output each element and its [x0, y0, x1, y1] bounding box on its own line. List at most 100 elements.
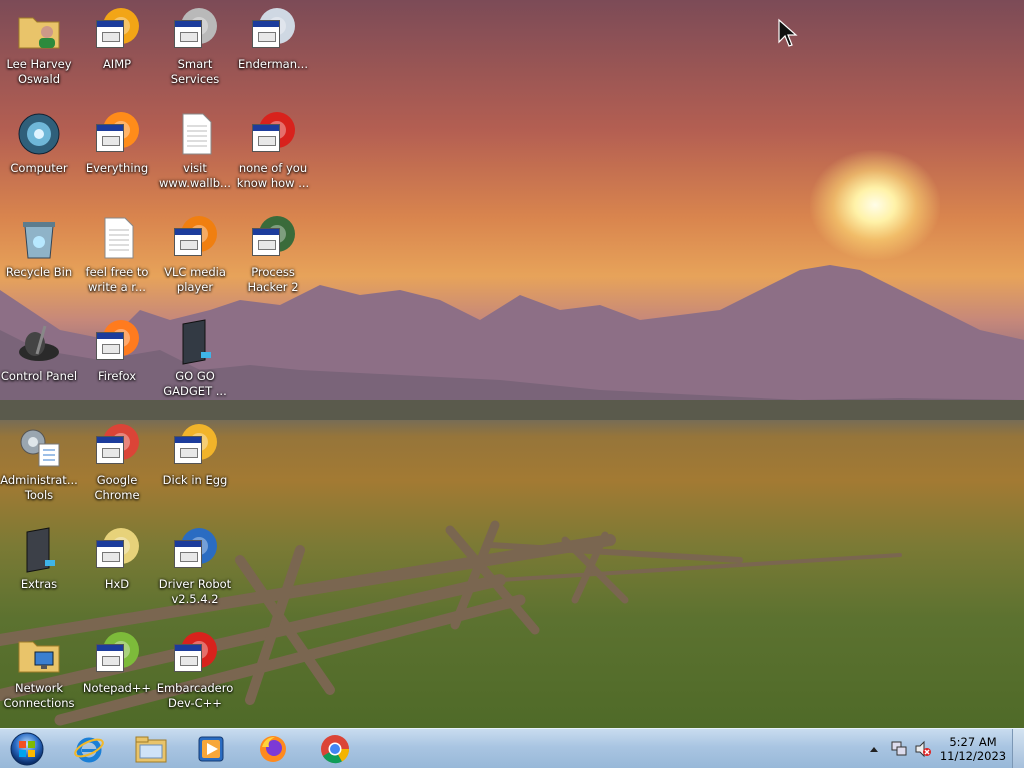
- application-shortcut-badge-icon: [174, 540, 202, 568]
- application-shortcut-badge-icon: [174, 436, 202, 464]
- desktop-icon-google-chrome[interactable]: Google Chrome: [78, 416, 156, 514]
- show-hidden-icons-arrow[interactable]: [868, 742, 880, 756]
- internet-explorer-icon: [74, 737, 104, 763]
- application-shortcut-badge-icon: [174, 228, 202, 256]
- extras-icon: [15, 526, 63, 574]
- desktop-icon-label: AIMP: [102, 57, 132, 71]
- desktop-icon-enderman[interactable]: Enderman...: [234, 0, 312, 98]
- notepadpp-icon: [93, 630, 141, 678]
- folder-user-icon: [15, 6, 63, 54]
- everything-icon: [93, 110, 141, 158]
- desktop-icon-process-hacker[interactable]: Process Hacker 2: [234, 208, 312, 306]
- admin-tools-icon: [15, 422, 63, 470]
- application-shortcut-badge-icon: [96, 540, 124, 568]
- desktop-icon-label: Google Chrome: [94, 473, 140, 502]
- desktop[interactable]: Lee Harvey Oswald AIMP Smart Services Ender…: [0, 0, 1024, 728]
- network-icon: [15, 630, 63, 678]
- desktop-icon-label: Embarcadero Dev-C++: [156, 681, 234, 710]
- application-shortcut-badge-icon: [252, 124, 280, 152]
- application-shortcut-badge-icon: [96, 20, 124, 48]
- vlc-icon: [171, 214, 219, 262]
- desktop-icon-aimp[interactable]: AIMP: [78, 0, 156, 98]
- chrome-icon: [321, 735, 350, 764]
- desktop-icon-label: Notepad++: [82, 681, 152, 695]
- gadget-icon: [171, 318, 219, 366]
- application-shortcut-badge-icon: [96, 124, 124, 152]
- taskbar-media-player[interactable]: [182, 731, 240, 767]
- desktop-icon-gogo-gadget[interactable]: GO GO GADGET ...: [156, 312, 234, 410]
- process-hacker-icon: [249, 214, 297, 262]
- desktop-icon-label: Computer: [10, 161, 68, 175]
- taskbar-file-explorer[interactable]: [122, 731, 180, 767]
- desktop-icon-recycle-bin[interactable]: Recycle Bin: [0, 208, 78, 306]
- computer-icon: [15, 110, 63, 158]
- clock-time: 5:27 AM: [949, 735, 997, 749]
- desktop-icon-label: Dick in Egg: [162, 473, 228, 487]
- red-app-icon: [249, 110, 297, 158]
- desktop-icon-lee-harvey-oswald[interactable]: Lee Harvey Oswald: [0, 0, 78, 98]
- egg-app-icon: [171, 422, 219, 470]
- desktop-icon-label: GO GO GADGET ...: [163, 369, 227, 398]
- start-button[interactable]: [2, 731, 52, 767]
- desktop-icon-network-connections[interactable]: Network Connections: [0, 624, 78, 722]
- desktop-icon-label: none of you know how ...: [236, 161, 310, 190]
- application-shortcut-badge-icon: [252, 228, 280, 256]
- clock-date: 11/12/2023: [939, 749, 1007, 763]
- desktop-icon-visit-wallb[interactable]: visit www.wallb...: [156, 104, 234, 202]
- desktop-icon-dick-in-egg[interactable]: Dick in Egg: [156, 416, 234, 514]
- application-shortcut-badge-icon: [252, 20, 280, 48]
- desktop-icon-label: visit www.wallb...: [159, 161, 231, 190]
- media-player-icon: [198, 736, 224, 762]
- desktop-icon-label: Extras: [20, 577, 58, 591]
- recycle-bin-icon: [15, 214, 63, 262]
- firefox-icon: [93, 318, 141, 366]
- desktop-icon-vlc[interactable]: VLC media player: [156, 208, 234, 306]
- desktop-icon-label: feel free to write a r...: [85, 265, 149, 294]
- desktop-icon-label: VLC media player: [164, 265, 226, 294]
- desktop-icon-label: HxD: [104, 577, 130, 591]
- desktop-icon-none-of-you[interactable]: none of you know how ...: [234, 104, 312, 202]
- desktop-icon-notepadpp[interactable]: Notepad++: [78, 624, 156, 722]
- desktop-icon-feel-free[interactable]: feel free to write a r...: [78, 208, 156, 306]
- desktop-icon-extras[interactable]: Extras: [0, 520, 78, 618]
- driver-robot-icon: [171, 526, 219, 574]
- application-shortcut-badge-icon: [96, 436, 124, 464]
- desktop-icon-computer[interactable]: Computer: [0, 104, 78, 202]
- smart-services-icon: [171, 6, 219, 54]
- sun: [810, 150, 940, 260]
- desktop-icon-embarcadero[interactable]: Embarcadero Dev-C++: [156, 624, 234, 722]
- desktop-icon-label: Recycle Bin: [5, 265, 73, 279]
- desktop-icon-label: Network Connections: [3, 681, 75, 710]
- control-panel-icon: [15, 318, 63, 366]
- chrome-icon: [93, 422, 141, 470]
- desktop-icon-label: Process Hacker 2: [247, 265, 299, 294]
- desktop-icon-label: Driver Robot v2.5.4.2: [158, 577, 232, 606]
- taskbar-chrome[interactable]: [306, 731, 364, 767]
- file-explorer-icon: [135, 736, 167, 763]
- desktop-icon-admin-tools[interactable]: Administrat... Tools: [0, 416, 78, 514]
- network-tray-icon[interactable]: [890, 740, 908, 758]
- desktop-icon-hxd[interactable]: HxD: [78, 520, 156, 618]
- desktop-icon-control-panel[interactable]: Control Panel: [0, 312, 78, 410]
- application-shortcut-badge-icon: [174, 20, 202, 48]
- desktop-icon-driver-robot[interactable]: Driver Robot v2.5.4.2: [156, 520, 234, 618]
- desktop-icon-label: Firefox: [97, 369, 137, 383]
- desktop-icon-firefox-desktop[interactable]: Firefox: [78, 312, 156, 410]
- desktop-icon-smart-services[interactable]: Smart Services: [156, 0, 234, 98]
- desktop-icon-label: Administrat... Tools: [0, 473, 78, 502]
- taskbar-firefox[interactable]: [244, 731, 302, 767]
- start-orb-icon: [10, 732, 44, 766]
- application-shortcut-badge-icon: [96, 644, 124, 672]
- taskbar: 5:27 AM 11/12/2023: [0, 728, 1024, 768]
- tray-clock[interactable]: 5:27 AM 11/12/2023: [930, 735, 1016, 763]
- hxd-icon: [93, 526, 141, 574]
- aimp-icon: [93, 6, 141, 54]
- desktop-icon-label: Lee Harvey Oswald: [6, 57, 72, 86]
- desktop-icon-label: Smart Services: [170, 57, 220, 86]
- desktop-icon-label: Everything: [85, 161, 149, 175]
- taskbar-internet-explorer[interactable]: [60, 731, 118, 767]
- mouse-cursor-icon: [778, 18, 798, 47]
- text-file-icon: [93, 214, 141, 262]
- desktop-icon-everything[interactable]: Everything: [78, 104, 156, 202]
- show-desktop-button[interactable]: [1012, 729, 1024, 768]
